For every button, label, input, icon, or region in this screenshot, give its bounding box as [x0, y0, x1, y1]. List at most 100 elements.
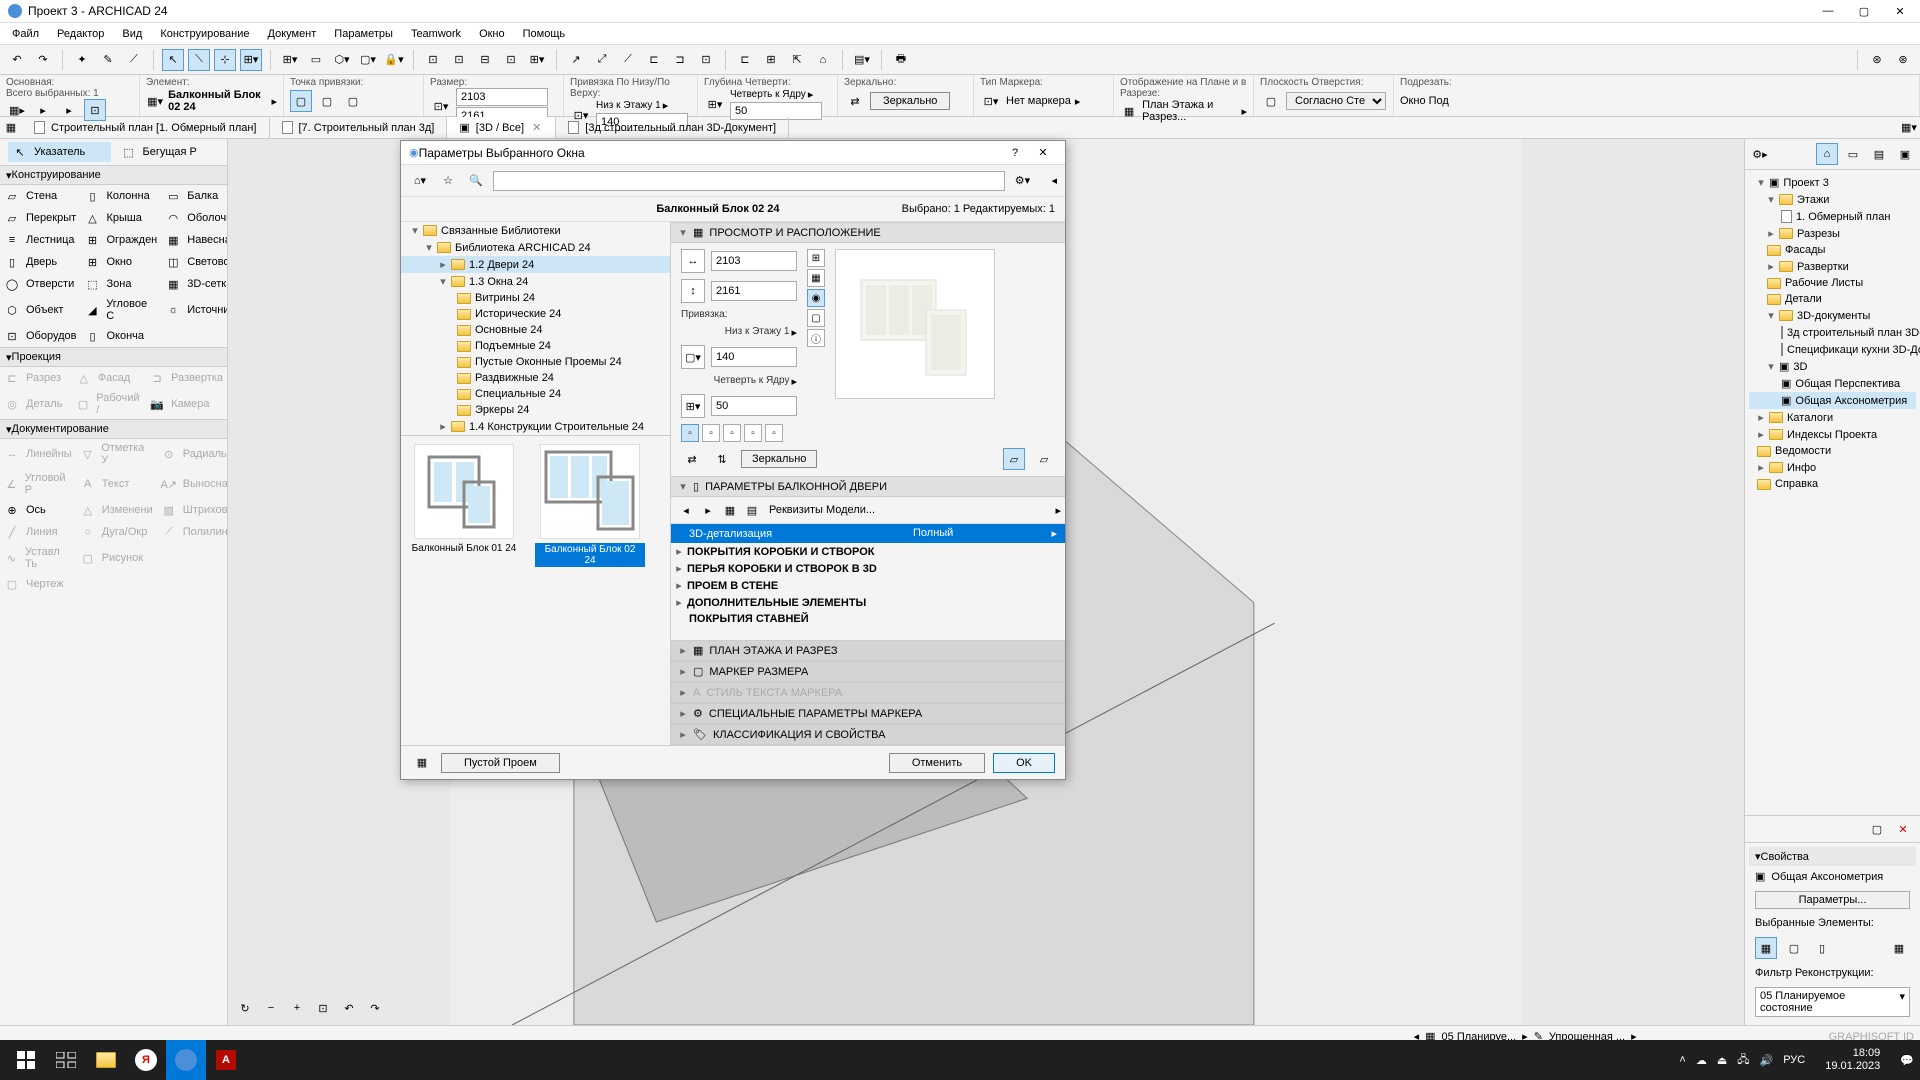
chevron-right-icon[interactable]: ▸: [791, 375, 797, 388]
split-icon[interactable]: ⤢: [591, 49, 613, 71]
section-shutter-coatings[interactable]: ПОКРЫТИЯ СТАВНЕЙ: [671, 611, 1065, 627]
adjust-icon[interactable]: ⟋: [617, 49, 639, 71]
section-construct[interactable]: ▾ Конструирование: [0, 165, 227, 185]
lib-constructions[interactable]: ▸1.4 Конструкции Строительные 24: [401, 418, 670, 435]
plane-select[interactable]: Согласно Стене: [1286, 92, 1386, 110]
tree-elevations[interactable]: Фасады: [1749, 242, 1916, 258]
snap-icon[interactable]: ⊹: [214, 49, 236, 71]
marquee-tool[interactable]: ⬚Бегущая Р: [117, 142, 220, 162]
dlg-story-input[interactable]: [711, 347, 797, 367]
menu-options[interactable]: Параметры: [326, 26, 401, 42]
inject-icon[interactable]: ✎: [97, 49, 119, 71]
menu-edit[interactable]: Редактор: [49, 26, 112, 42]
text-tool[interactable]: AТекст: [76, 469, 157, 499]
gravity-icon[interactable]: ⬡▾: [331, 49, 353, 71]
section-door-params[interactable]: ▾▯ПАРАМЕТРЫ БАЛКОННОЙ ДВЕРИ: [671, 476, 1065, 497]
linear-dim-tool[interactable]: ↔Линейны: [0, 439, 76, 469]
nav-del-icon[interactable]: ✕: [1892, 818, 1914, 840]
anchor-3-icon[interactable]: ▢: [342, 90, 364, 112]
camera-tool[interactable]: 📷Камера: [145, 389, 227, 419]
tree-3ddoc-1[interactable]: 3д строительный план 3D-Докум: [1749, 324, 1916, 341]
chevron-right-icon[interactable]: ▸: [1051, 527, 1057, 540]
section-plan-section[interactable]: ▸▦ПЛАН ЭТАЖА И РАЗРЕЗ: [671, 640, 1065, 661]
suspend-icon[interactable]: ⊡: [422, 49, 444, 71]
group-icon[interactable]: ⊡: [448, 49, 470, 71]
skylight-tool[interactable]: ◫Световой: [161, 251, 228, 273]
mesh-tool[interactable]: ▦3D-сетка: [161, 273, 228, 295]
ungroup-icon[interactable]: ⊟: [474, 49, 496, 71]
tree-axonometry[interactable]: ▣Общая Аксонометрия: [1749, 392, 1916, 409]
lib-lift[interactable]: Подъемные 24: [401, 338, 670, 354]
spline-tool[interactable]: ∿Уставл Ть: [0, 543, 76, 573]
line-tool[interactable]: ╱Линия: [0, 521, 76, 543]
plane-icon[interactable]: ▢: [1260, 90, 1282, 112]
section-doc[interactable]: ▾ Документирование: [0, 419, 227, 439]
grid-snap-icon[interactable]: ⊞▾: [240, 49, 262, 71]
favorite-icon[interactable]: ☆: [437, 170, 459, 192]
story-icon[interactable]: ▢▾: [681, 345, 705, 369]
tree-details[interactable]: Детали: [1749, 291, 1916, 307]
door-tool[interactable]: ▯Дверь: [0, 251, 80, 273]
home-icon[interactable]: ⌂▾: [409, 170, 431, 192]
tree-schedules[interactable]: Ведомости: [1749, 443, 1916, 459]
tray-notifications-icon[interactable]: 💬: [1900, 1054, 1914, 1067]
offset-icon[interactable]: ⊏: [734, 49, 756, 71]
tray-cloud-icon[interactable]: ☁: [1696, 1054, 1707, 1067]
section-dim-marker[interactable]: ▸▢МАРКЕР РАЗМЕРА: [671, 661, 1065, 682]
lib-doors[interactable]: ▸1.2 Двери 24: [401, 256, 670, 273]
anchor-1-icon[interactable]: ▢: [290, 90, 312, 112]
section-projection[interactable]: ▾ Проекция: [0, 347, 227, 367]
tab-list-icon[interactable]: ▦: [0, 117, 22, 139]
help-button[interactable]: ?: [1001, 143, 1029, 163]
menu-document[interactable]: Документ: [260, 26, 325, 42]
anchor-opt-4[interactable]: ▫: [744, 424, 762, 442]
lib-empty[interactable]: Пустые Оконные Проемы 24: [401, 354, 670, 370]
zoom-prev-icon[interactable]: ↶: [338, 997, 360, 1019]
chevron-right-icon[interactable]: ▸: [1055, 504, 1061, 517]
cursor-snap-icon[interactable]: ↖: [162, 49, 184, 71]
library-search-input[interactable]: [493, 171, 1005, 191]
nav-project-icon[interactable]: ⌂: [1816, 143, 1838, 165]
tree-indexes[interactable]: ▸Индексы Проекта: [1749, 426, 1916, 443]
page-prev-icon[interactable]: ◂: [675, 499, 697, 521]
slab-tool[interactable]: ▱Перекрыт: [0, 207, 80, 229]
minimize-button[interactable]: —: [1816, 1, 1840, 21]
layer-icon[interactable]: ▤▾: [851, 49, 873, 71]
distribute-icon[interactable]: ⇱: [786, 49, 808, 71]
chevron-right-icon[interactable]: ▸: [1075, 95, 1081, 108]
multiply-icon[interactable]: ⊞▾: [526, 49, 548, 71]
section-extra-elements[interactable]: ▸ДОПОЛНИТЕЛЬНЫЕ ЭЛЕМЕНТЫ: [671, 594, 1065, 611]
opening-dir-2-icon[interactable]: ▱: [1033, 448, 1055, 470]
angle-dim-tool[interactable]: ∠Угловой Р: [0, 469, 76, 499]
chevron-right-icon[interactable]: ▸: [808, 88, 814, 101]
acrobat-icon[interactable]: A: [206, 1040, 246, 1080]
grid-icon[interactable]: ⊞▾: [279, 49, 301, 71]
favorite-add-icon[interactable]: ▦: [411, 752, 433, 774]
resize-icon[interactable]: ⊡: [695, 49, 717, 71]
cancel-button[interactable]: Отменить: [889, 753, 985, 773]
object-tool[interactable]: ⬡Объект: [0, 295, 80, 325]
view-3d-icon[interactable]: ◉: [807, 289, 825, 307]
maximize-button[interactable]: ▢: [1852, 1, 1876, 21]
reveal-icon[interactable]: ⊞▾: [681, 394, 705, 418]
intersect-icon[interactable]: ⊏: [643, 49, 665, 71]
chevron-right-icon[interactable]: ▸: [1241, 105, 1247, 118]
tray-chevron-icon[interactable]: ˄: [1679, 1054, 1685, 1066]
tree-catalogs[interactable]: ▸Каталоги: [1749, 409, 1916, 426]
beam-tool[interactable]: ▭Балка: [161, 185, 228, 207]
redo-icon[interactable]: ↷: [32, 49, 54, 71]
dlg-mirror-button[interactable]: Зеркально: [741, 450, 817, 468]
zoom-out-icon[interactable]: −: [260, 997, 282, 1019]
column-tool[interactable]: ▯Колонна: [80, 185, 161, 207]
view-top-icon[interactable]: ⊞: [807, 249, 825, 267]
nav-publisher-icon[interactable]: ▣: [1894, 143, 1916, 165]
team-icon[interactable]: ⊛: [1866, 49, 1888, 71]
opening-dir-1-icon[interactable]: ▱: [1003, 448, 1025, 470]
yandex-icon[interactable]: Я: [126, 1040, 166, 1080]
ok-button[interactable]: OK: [993, 753, 1055, 773]
explorer-icon[interactable]: [86, 1040, 126, 1080]
menu-design[interactable]: Конструирование: [152, 26, 257, 42]
pick-icon[interactable]: ✦: [71, 49, 93, 71]
window-tool[interactable]: ⊞Окно: [80, 251, 161, 273]
detail-tool[interactable]: ◎Деталь: [0, 389, 72, 419]
